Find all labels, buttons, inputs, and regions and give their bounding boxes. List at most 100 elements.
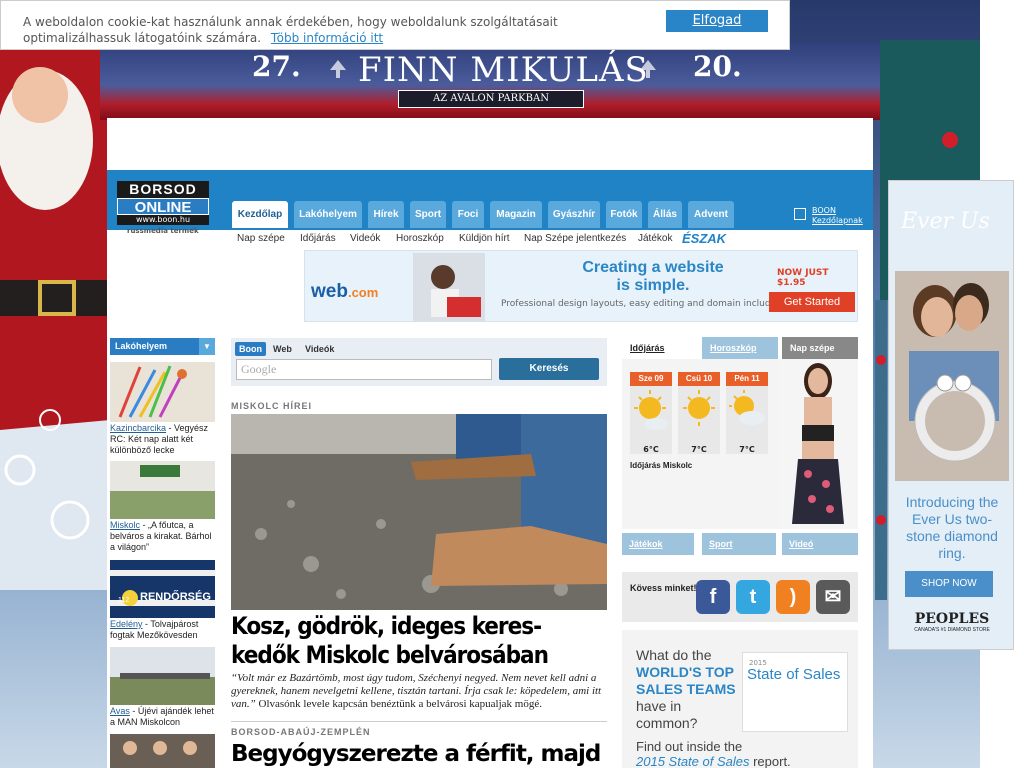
list-item[interactable]: RENDŐRSÉG 112 Edelény - Tolvajpárost fog… bbox=[110, 560, 215, 641]
news-thumbnail bbox=[110, 461, 215, 519]
weather-location[interactable]: Időjárás Miskolc bbox=[630, 461, 692, 470]
weather-day: Csü 10 7°C bbox=[678, 372, 720, 454]
sfad-card-title: State of Sales bbox=[747, 666, 841, 683]
headline-second[interactable]: Begyógyszerezte a férfit, majd bbox=[231, 740, 607, 768]
boon-link-line2: Kezdőlapnak bbox=[812, 216, 863, 225]
hero-image[interactable] bbox=[231, 414, 607, 610]
banner-date-right: 20. bbox=[693, 50, 742, 83]
webcom-logo: web.com bbox=[311, 281, 378, 303]
cookie-more-link[interactable]: Több információ itt bbox=[271, 31, 383, 45]
divider bbox=[231, 721, 607, 722]
webcom-price: NOW JUST $1.95 bbox=[777, 268, 829, 288]
weather-day-label: Csü 10 bbox=[678, 372, 720, 386]
peoples-logo: PEOPLES CANADA'S #1 DIAMOND STORE bbox=[899, 611, 1005, 633]
tab-sport[interactable]: Sport bbox=[410, 201, 446, 228]
list-item[interactable]: Miskolc - „A főutca, a belváros a kiraka… bbox=[110, 461, 215, 553]
jatekok-button[interactable]: Játékok bbox=[622, 533, 694, 555]
subnav-videok[interactable]: Videók bbox=[350, 233, 380, 244]
ad-placeholder bbox=[107, 118, 873, 170]
rendorseg-label: RENDŐRSÉG bbox=[140, 591, 211, 603]
sun-cloud-icon bbox=[729, 390, 765, 425]
phone-label: 112 bbox=[118, 597, 130, 604]
list-item[interactable] bbox=[110, 734, 215, 768]
webcom-headline-2: is simple. bbox=[616, 277, 690, 294]
eszak-logo[interactable]: ÉSZAK bbox=[682, 231, 726, 246]
sun-cloud-icon bbox=[634, 390, 668, 430]
tab-nap-szepe[interactable]: Nap szépe bbox=[782, 337, 858, 359]
subnav-horoszkop[interactable]: Horoszkóp bbox=[396, 233, 444, 244]
weather-day-label: Pén 11 bbox=[726, 372, 768, 386]
location-label: Lakóhelyem bbox=[115, 341, 168, 351]
webcom-ad[interactable]: web.com Creating a website is simple. Pro… bbox=[304, 250, 858, 322]
subnav-nap-szepe-jelentkezes[interactable]: Nap Szépe jelentkezés bbox=[524, 233, 626, 244]
logo-url: www.boon.hu bbox=[117, 215, 209, 225]
list-item[interactable]: Kazincbarcika - Vegyész RC: Két nap alat… bbox=[110, 362, 215, 456]
lead-rest: Olvasónk levele kapcsán benéztünk a belv… bbox=[255, 698, 542, 710]
webcom-get-started-button[interactable]: Get Started bbox=[769, 292, 855, 312]
mail-icon[interactable]: ✉ bbox=[816, 580, 850, 614]
ad-couple-photo bbox=[895, 271, 1009, 481]
news-thumbnail bbox=[110, 560, 215, 618]
weather-temp: 7°C bbox=[691, 445, 707, 454]
search-input[interactable]: Google bbox=[236, 359, 492, 380]
subnav-idojaras[interactable]: Időjárás bbox=[300, 233, 336, 244]
facebook-icon[interactable]: f bbox=[696, 580, 730, 614]
search-button[interactable]: Keresés bbox=[499, 358, 599, 380]
peoples-sub: CANADA'S #1 DIAMOND STORE bbox=[914, 627, 990, 633]
tab-advent[interactable]: Advent bbox=[688, 201, 734, 228]
ad-text: Introducing the Ever Us two-stone diamon… bbox=[905, 494, 999, 561]
webcom-photo bbox=[413, 253, 485, 321]
section-label-baz[interactable]: BORSOD-ABAÚJ-ZEMPLÉN bbox=[231, 727, 371, 737]
cookie-accept-button[interactable]: Elfogad bbox=[666, 10, 768, 32]
banner-subtitle: AZ AVALON PARKBAN bbox=[398, 90, 584, 108]
video-button[interactable]: Videó bbox=[782, 533, 858, 555]
banner-date-left: 27. bbox=[252, 50, 301, 83]
rss-icon[interactable]: ) bbox=[776, 580, 810, 614]
tab-kezdolap[interactable]: Kezdőlap bbox=[232, 201, 288, 228]
news-thumbnail bbox=[110, 647, 215, 705]
tab-allas[interactable]: Állás bbox=[648, 201, 682, 228]
site-logo[interactable]: BORSOD ONLINE www.boon.hu russmedia term… bbox=[117, 181, 209, 241]
tab-lakohelyem[interactable]: Lakóhelyem bbox=[294, 201, 362, 228]
search-tab-videok[interactable]: Videók bbox=[301, 342, 338, 356]
location-selector[interactable]: Lakóhelyem ▼ bbox=[110, 338, 215, 355]
tab-foci[interactable]: Foci bbox=[452, 201, 484, 228]
state-of-sales-ad[interactable]: What do the WORLD'S TOP SALES TEAMS have i… bbox=[622, 630, 858, 768]
tab-fotok[interactable]: Fotók bbox=[606, 201, 642, 228]
news-location[interactable]: Edelény bbox=[110, 619, 143, 629]
tab-magazin[interactable]: Magazin bbox=[490, 201, 542, 228]
follow-label: Kövess minket! bbox=[630, 583, 697, 593]
list-item[interactable]: Avas - Újévi ajándék lehet a MAN Miskolc… bbox=[110, 647, 215, 728]
tab-gyaszhir[interactable]: Gyászhír bbox=[548, 201, 600, 228]
webcom-logo-text: web bbox=[311, 281, 348, 302]
sfad-q3: have in common? bbox=[636, 698, 698, 731]
webcom-logo-suffix: .com bbox=[347, 285, 379, 300]
logo-borsod: BORSOD bbox=[117, 181, 209, 198]
search-tab-boon[interactable]: Boon bbox=[235, 342, 266, 356]
nap-szepe-photo[interactable] bbox=[778, 359, 858, 529]
tab-idojaras[interactable]: Időjárás bbox=[622, 337, 700, 359]
section-label-miskolc[interactable]: MISKOLC HÍREI bbox=[231, 401, 312, 411]
article-lead: “Volt már ez Bazártömb, most úgy tudom, … bbox=[231, 672, 607, 711]
news-thumbnail bbox=[110, 362, 215, 422]
finn-mikulas-banner[interactable]: 27. FINN MIKULÁS 20. AZ AVALON PARKBAN bbox=[100, 42, 880, 120]
shop-now-button[interactable]: SHOP NOW bbox=[905, 571, 993, 597]
chevron-down-icon[interactable]: ▼ bbox=[199, 338, 215, 355]
tab-horoszkop[interactable]: Horoszkóp bbox=[702, 337, 778, 359]
tab-hirek[interactable]: Hírek bbox=[368, 201, 404, 228]
search-tab-web[interactable]: Web bbox=[269, 342, 296, 356]
news-location[interactable]: Miskolc bbox=[110, 520, 140, 530]
subnav-nap-szepe[interactable]: Nap szépe bbox=[237, 233, 285, 244]
weather-temp: 6°C bbox=[643, 445, 659, 454]
news-location[interactable]: Kazincbarcika bbox=[110, 423, 166, 433]
twitter-icon[interactable]: t bbox=[736, 580, 770, 614]
news-location[interactable]: Avas bbox=[110, 706, 130, 716]
subnav-jatekok[interactable]: Játékok bbox=[638, 233, 672, 244]
headline-main[interactable]: Kosz, gödrök, ideges keres-kedők Miskolc… bbox=[231, 612, 607, 670]
sport-button[interactable]: Sport bbox=[702, 533, 776, 555]
peoples-jewellers-ad[interactable]: Ever Us Introducing the Ever Us two-ston… bbox=[888, 180, 1014, 650]
subnav-kuldjon-hirt[interactable]: Küldjön hírt bbox=[459, 233, 510, 244]
weather-widget[interactable]: Sze 09 6°C Csü 10 7°C Pén 11 7°C bbox=[622, 359, 778, 529]
boon-link-line1: BOON bbox=[812, 206, 836, 215]
sfad-find3: report. bbox=[749, 754, 791, 768]
